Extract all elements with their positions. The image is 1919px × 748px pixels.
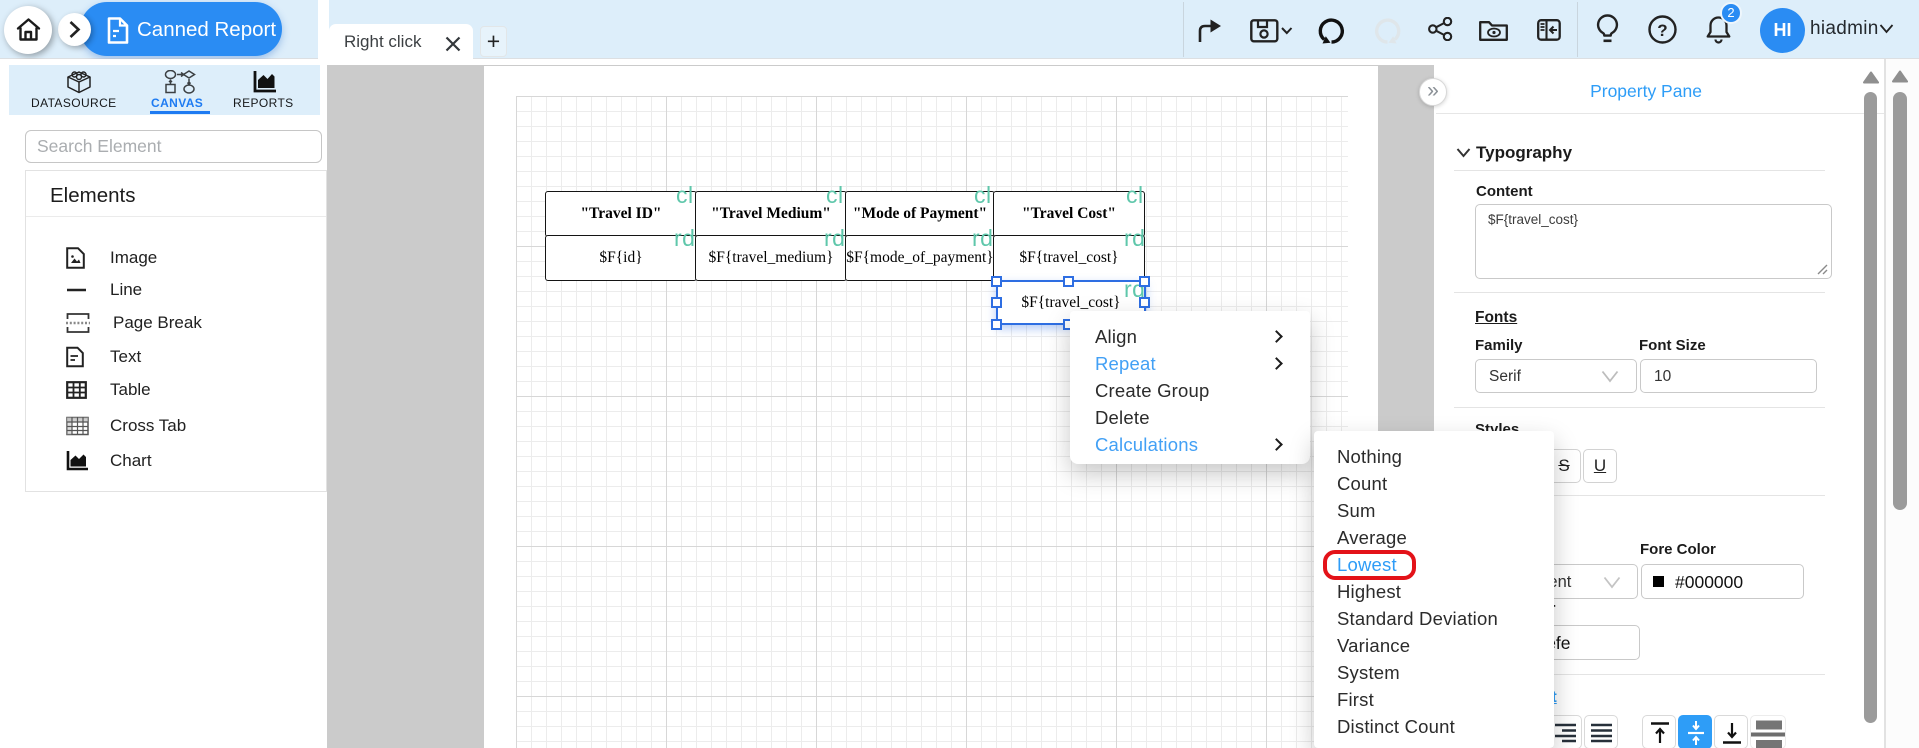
svg-text:?: ? bbox=[1657, 21, 1667, 40]
